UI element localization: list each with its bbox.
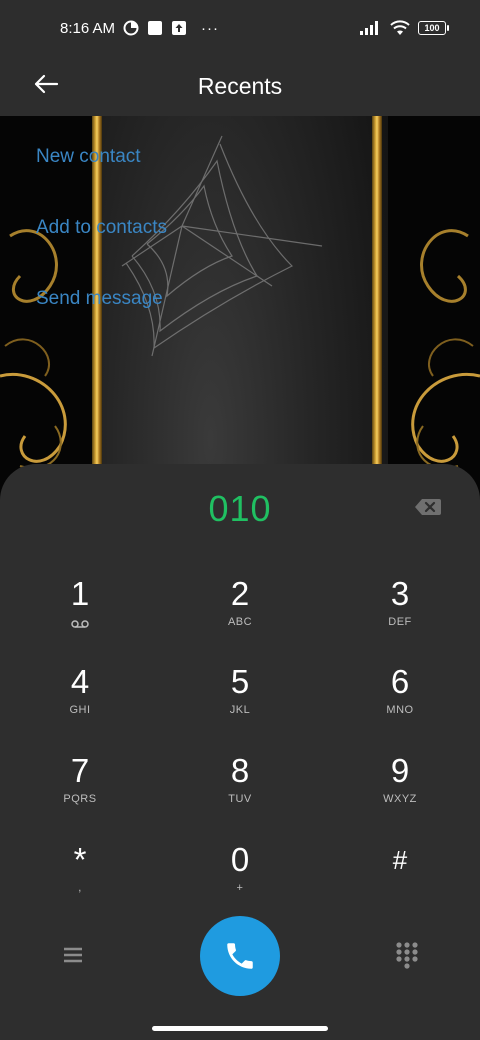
key-hash[interactable]: # bbox=[340, 840, 460, 920]
key-digit: 6 bbox=[390, 663, 410, 700]
key-digit: # bbox=[392, 845, 408, 875]
menu-button[interactable] bbox=[58, 940, 88, 970]
key-letters: JKL bbox=[229, 704, 251, 716]
page-title: Recents bbox=[197, 72, 283, 99]
key-letters: ABC bbox=[227, 616, 253, 628]
app-bar: Recents bbox=[0, 56, 480, 116]
key-letters: , bbox=[78, 882, 82, 894]
voicemail-icon bbox=[71, 616, 89, 634]
key-4[interactable]: 4 GHI bbox=[20, 662, 140, 742]
key-letters: GHI bbox=[69, 704, 91, 716]
key-letters: WXYZ bbox=[383, 793, 417, 805]
key-1[interactable]: 1 bbox=[20, 574, 140, 654]
key-digit: * bbox=[73, 841, 87, 878]
battery-icon: 100 bbox=[418, 21, 449, 35]
backspace-button[interactable] bbox=[414, 496, 442, 518]
key-digit: 5 bbox=[230, 663, 250, 700]
call-button[interactable] bbox=[200, 916, 280, 996]
key-digit: 0 bbox=[230, 841, 250, 878]
phone-icon bbox=[227, 943, 253, 969]
dialed-number[interactable]: 010 bbox=[0, 488, 480, 530]
key-digit: 7 bbox=[70, 752, 90, 789]
key-8[interactable]: 8 TUV bbox=[180, 751, 300, 831]
status-time: 8:16 AM bbox=[60, 19, 116, 37]
menu-icon bbox=[64, 947, 82, 963]
key-9[interactable]: 9 WXYZ bbox=[340, 751, 460, 831]
key-letters: PQRS bbox=[63, 793, 97, 805]
add-to-contacts-link[interactable]: Add to contacts bbox=[36, 217, 167, 288]
dialer-bottom-row bbox=[0, 914, 480, 996]
dialer-sheet: 010 1 2 ABC 3 DEF 4 GHI 5 JKL 6 MNO 7 PQ… bbox=[0, 464, 480, 1040]
key-digit: 3 bbox=[390, 575, 410, 612]
key-letters: TUV bbox=[228, 793, 252, 805]
key-letters: DEF bbox=[388, 616, 412, 628]
back-button[interactable] bbox=[28, 66, 64, 102]
key-digit: 1 bbox=[70, 575, 90, 612]
key-2[interactable]: 2 ABC bbox=[180, 574, 300, 654]
upload-icon bbox=[171, 20, 187, 36]
key-letters: + bbox=[236, 882, 244, 894]
status-left: 8:16 AM ··· bbox=[60, 20, 219, 37]
key-6[interactable]: 6 MNO bbox=[340, 662, 460, 742]
key-letters: MNO bbox=[386, 704, 414, 716]
key-digit: 8 bbox=[230, 752, 250, 789]
dialpad-icon bbox=[396, 942, 418, 969]
home-indicator[interactable] bbox=[152, 1026, 328, 1031]
status-right: 100 bbox=[360, 20, 449, 36]
square-notification-icon bbox=[147, 20, 163, 36]
battery-level: 100 bbox=[424, 23, 440, 33]
signal-icon bbox=[360, 21, 382, 35]
new-contact-link[interactable]: New contact bbox=[36, 146, 167, 217]
number-actions: New contact Add to contacts Send message bbox=[36, 146, 167, 359]
arrow-left-icon bbox=[34, 74, 59, 94]
key-5[interactable]: 5 JKL bbox=[180, 662, 300, 742]
backspace-icon bbox=[415, 499, 441, 515]
key-0[interactable]: 0 + bbox=[180, 840, 300, 920]
key-3[interactable]: 3 DEF bbox=[340, 574, 460, 654]
wifi-icon bbox=[390, 20, 410, 36]
key-digit: 9 bbox=[390, 752, 410, 789]
key-digit: 2 bbox=[230, 575, 250, 612]
dialpad-toggle-button[interactable] bbox=[394, 940, 420, 970]
key-digit: 4 bbox=[70, 663, 90, 700]
key-star[interactable]: * , bbox=[20, 840, 140, 920]
key-7[interactable]: 7 PQRS bbox=[20, 751, 140, 831]
status-bar: 8:16 AM ··· 100 bbox=[0, 0, 480, 56]
data-saver-icon bbox=[123, 20, 139, 36]
send-message-link[interactable]: Send message bbox=[36, 288, 167, 359]
more-dots-icon: ··· bbox=[201, 19, 220, 37]
